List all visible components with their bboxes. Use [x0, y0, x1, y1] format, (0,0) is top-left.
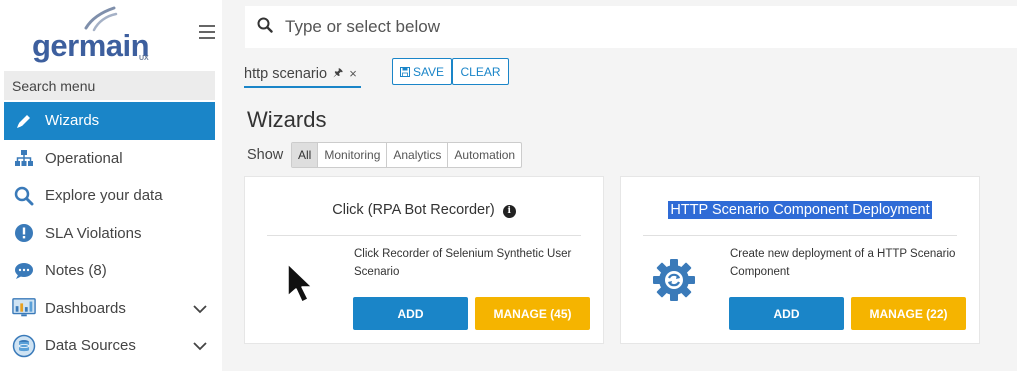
sidebar-item-operational[interactable]: Operational — [4, 140, 215, 178]
sidebar-item-datasources[interactable]: Data Sources — [4, 327, 215, 365]
card-title-text: Click (RPA Bot Recorder) — [332, 202, 495, 218]
sidebar-item-explore[interactable]: Explore your data — [4, 177, 215, 215]
sidebar-item-label: Operational — [45, 149, 123, 167]
category-filter: All Monitoring Analytics Automation — [291, 142, 523, 168]
hamburger-menu-icon[interactable] — [199, 25, 215, 39]
filter-automation[interactable]: Automation — [448, 143, 521, 167]
sidebar: germain UX Wizards Operational Explore y… — [0, 0, 222, 371]
floppy-icon — [399, 66, 410, 77]
card-description: Click Recorder of Selenium Synthetic Use… — [354, 248, 572, 278]
search-icon — [257, 17, 273, 38]
mouse-cursor-icon — [285, 262, 315, 309]
page-title: Wizards — [247, 107, 327, 132]
filter-monitoring[interactable]: Monitoring — [318, 143, 388, 167]
chevron-down-icon[interactable] — [193, 301, 207, 318]
global-search-bar[interactable] — [245, 6, 1017, 48]
sidebar-item-label: Explore your data — [45, 187, 163, 205]
sidebar-item-label: Wizards — [45, 112, 100, 130]
sidebar-item-label: Dashboards — [45, 299, 126, 317]
gear-deploy-icon — [651, 257, 697, 308]
datasource-icon — [12, 334, 36, 357]
filter-chip[interactable]: http scenario 🖈 × — [244, 61, 361, 88]
search-icon — [12, 185, 36, 207]
wizard-card: HTTP Scenario Component Deployment Creat… — [620, 176, 980, 344]
close-icon[interactable]: × — [349, 66, 357, 81]
dashboard-monitor-icon — [12, 297, 36, 319]
add-button[interactable]: ADD — [353, 297, 468, 330]
sidebar-menu: Wizards Operational Explore your data SL… — [4, 102, 215, 365]
pin-icon[interactable]: 🖈 — [333, 64, 343, 83]
save-button[interactable]: SAVE — [392, 58, 452, 85]
global-search-input[interactable] — [285, 17, 885, 37]
info-icon[interactable]: i — [502, 205, 516, 218]
sitemap-icon — [12, 147, 36, 169]
pencil-icon — [12, 110, 36, 132]
sidebar-item-label: Notes (8) — [45, 262, 107, 280]
clear-button-label: CLEAR — [460, 64, 501, 79]
filter-chip-label: http scenario — [244, 65, 328, 82]
add-button[interactable]: ADD — [729, 297, 844, 330]
chevron-down-icon[interactable] — [193, 338, 207, 355]
germain-logo[interactable]: germain UX — [32, 6, 158, 64]
wizard-card: Click (RPA Bot Recorder) i Click Recorder… — [244, 176, 604, 344]
manage-button[interactable]: MANAGE (22) — [851, 297, 966, 330]
card-title: HTTP Scenario Component Deployment — [621, 201, 979, 219]
clear-button[interactable]: CLEAR — [452, 58, 509, 85]
manage-button[interactable]: MANAGE (45) — [475, 297, 590, 330]
divider — [267, 235, 581, 236]
filter-all[interactable]: All — [292, 143, 319, 167]
card-title: Click (RPA Bot Recorder) i — [245, 202, 603, 218]
logo-wordmark: germain — [32, 28, 150, 63]
sidebar-item-sla[interactable]: SLA Violations — [4, 215, 215, 253]
sidebar-item-dashboards[interactable]: Dashboards — [4, 290, 215, 328]
divider — [643, 235, 957, 236]
exclamation-circle-icon — [12, 222, 36, 244]
comment-icon — [12, 260, 36, 282]
sidebar-item-label: Data Sources — [45, 337, 136, 355]
logo-suffix: UX — [139, 55, 149, 62]
filter-analytics[interactable]: Analytics — [387, 143, 449, 167]
sidebar-item-wizards[interactable]: Wizards — [4, 102, 215, 140]
sidebar-item-label: SLA Violations — [45, 224, 142, 242]
save-button-label: SAVE — [412, 64, 445, 79]
sidebar-item-notes[interactable]: Notes (8) — [4, 252, 215, 290]
main-content: http scenario 🖈 × SAVE CLEAR Wizards Sho… — [222, 0, 1017, 371]
show-label: Show — [247, 147, 284, 163]
search-menu-input[interactable] — [4, 71, 215, 100]
card-title-text: HTTP Scenario Component Deployment — [668, 201, 932, 219]
card-description: Create new deployment of a HTTP Scenario… — [730, 248, 956, 278]
